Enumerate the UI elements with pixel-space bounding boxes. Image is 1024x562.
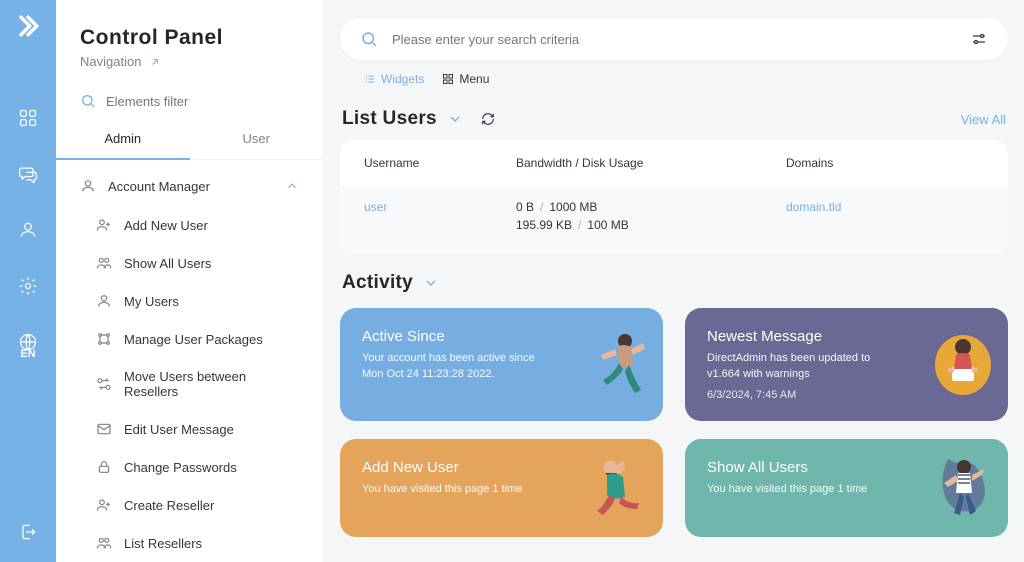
search-icon xyxy=(80,93,96,109)
dancing-person-illustration xyxy=(928,449,998,527)
search-input[interactable] xyxy=(392,32,956,47)
list-users-title: List Users xyxy=(342,108,437,130)
nav-add-new-user[interactable]: Add New User xyxy=(56,206,323,244)
chat-icon[interactable] xyxy=(16,162,40,186)
transfer-icon xyxy=(96,376,112,392)
search-icon xyxy=(360,30,378,48)
nav-list-resellers[interactable]: List Resellers xyxy=(56,524,323,562)
tab-user[interactable]: User xyxy=(190,119,324,160)
sidebar: Control Panel Navigation Admin User Acco… xyxy=(56,0,324,562)
external-link-icon[interactable] xyxy=(149,56,161,68)
sidebar-header: Control Panel Navigation xyxy=(56,0,323,79)
nav-group-account-manager[interactable]: Account Manager xyxy=(56,166,323,206)
dashboard-icon[interactable] xyxy=(16,106,40,130)
running-person-illustration xyxy=(583,325,653,403)
logo-icon[interactable] xyxy=(14,12,42,40)
user-plus-icon xyxy=(96,217,112,233)
filter-input[interactable] xyxy=(106,94,299,109)
user-link[interactable]: user xyxy=(364,200,387,214)
bandwidth-cell: 0 B/1000 MB 195.99 KB/100 MB xyxy=(516,200,786,236)
nav-group-label: Account Manager xyxy=(108,179,210,194)
card-add-new-user[interactable]: Add New User You have visited this page … xyxy=(340,439,663,537)
sidebar-tabs: Admin User xyxy=(56,119,323,160)
table-row: user 0 B/1000 MB 195.99 KB/100 MB domain… xyxy=(340,186,1008,254)
sliders-icon[interactable] xyxy=(970,30,988,48)
laptop-person-illustration xyxy=(928,325,998,403)
logout-icon[interactable] xyxy=(16,520,40,544)
grid-icon xyxy=(442,73,454,85)
chevron-down-icon[interactable] xyxy=(423,275,439,291)
refresh-icon[interactable] xyxy=(481,112,495,126)
users-icon xyxy=(96,255,112,271)
activity-head: Activity xyxy=(340,254,1008,304)
users-table: Username Bandwidth / Disk Usage Domains … xyxy=(340,140,1008,254)
view-toolbar: Widgets Menu xyxy=(340,60,1008,90)
card-show-all-users[interactable]: Show All Users You have visited this pag… xyxy=(685,439,1008,537)
users-icon xyxy=(96,535,112,551)
user-icon xyxy=(96,293,112,309)
sidebar-nav: Account Manager Add New User Show All Us… xyxy=(56,160,323,562)
list-users-head: List Users View All xyxy=(340,90,1008,140)
card-newest-message[interactable]: Newest Message DirectAdmin has been upda… xyxy=(685,308,1008,421)
nav-move-users[interactable]: Move Users between Resellers xyxy=(56,358,323,410)
nav-edit-user-message[interactable]: Edit User Message xyxy=(56,410,323,448)
list-icon xyxy=(364,73,376,85)
card-active-since[interactable]: Active Since Your account has been activ… xyxy=(340,308,663,421)
lock-icon xyxy=(96,459,112,475)
language-label[interactable]: EN xyxy=(20,348,35,360)
sidebar-subtitle: Navigation xyxy=(80,54,141,69)
chevron-down-icon[interactable] xyxy=(447,111,463,127)
package-icon xyxy=(96,331,112,347)
icon-rail: EN xyxy=(0,0,56,562)
stretching-person-illustration xyxy=(583,449,653,527)
view-all-link[interactable]: View All xyxy=(961,112,1006,127)
search-bar[interactable] xyxy=(340,18,1008,60)
nav-my-users[interactable]: My Users xyxy=(56,282,323,320)
settings-icon[interactable] xyxy=(16,274,40,298)
nav-create-reseller[interactable]: Create Reseller xyxy=(56,486,323,524)
elements-filter[interactable] xyxy=(56,79,323,119)
mail-icon xyxy=(96,421,112,437)
user-icon[interactable] xyxy=(16,218,40,242)
activity-title: Activity xyxy=(342,272,413,294)
nav-change-passwords[interactable]: Change Passwords xyxy=(56,448,323,486)
domain-link[interactable]: domain.tld xyxy=(786,200,841,214)
table-header: Username Bandwidth / Disk Usage Domains xyxy=(340,140,1008,186)
menu-toggle[interactable]: Menu xyxy=(442,72,489,86)
tab-admin[interactable]: Admin xyxy=(56,119,190,160)
col-username: Username xyxy=(364,156,516,170)
col-bandwidth: Bandwidth / Disk Usage xyxy=(516,156,786,170)
main-content: Widgets Menu List Users View All Usernam… xyxy=(324,0,1024,562)
person-icon xyxy=(80,178,96,194)
nav-manage-user-packages[interactable]: Manage User Packages xyxy=(56,320,323,358)
sidebar-title: Control Panel xyxy=(80,26,299,50)
user-plus-icon xyxy=(96,497,112,513)
nav-show-all-users[interactable]: Show All Users xyxy=(56,244,323,282)
chevron-up-icon xyxy=(285,179,299,193)
widgets-toggle[interactable]: Widgets xyxy=(364,72,424,86)
activity-cards-row-2: Add New User You have visited this page … xyxy=(340,439,1008,537)
activity-cards-row-1: Active Since Your account has been activ… xyxy=(340,308,1008,421)
col-domains: Domains xyxy=(786,156,984,170)
